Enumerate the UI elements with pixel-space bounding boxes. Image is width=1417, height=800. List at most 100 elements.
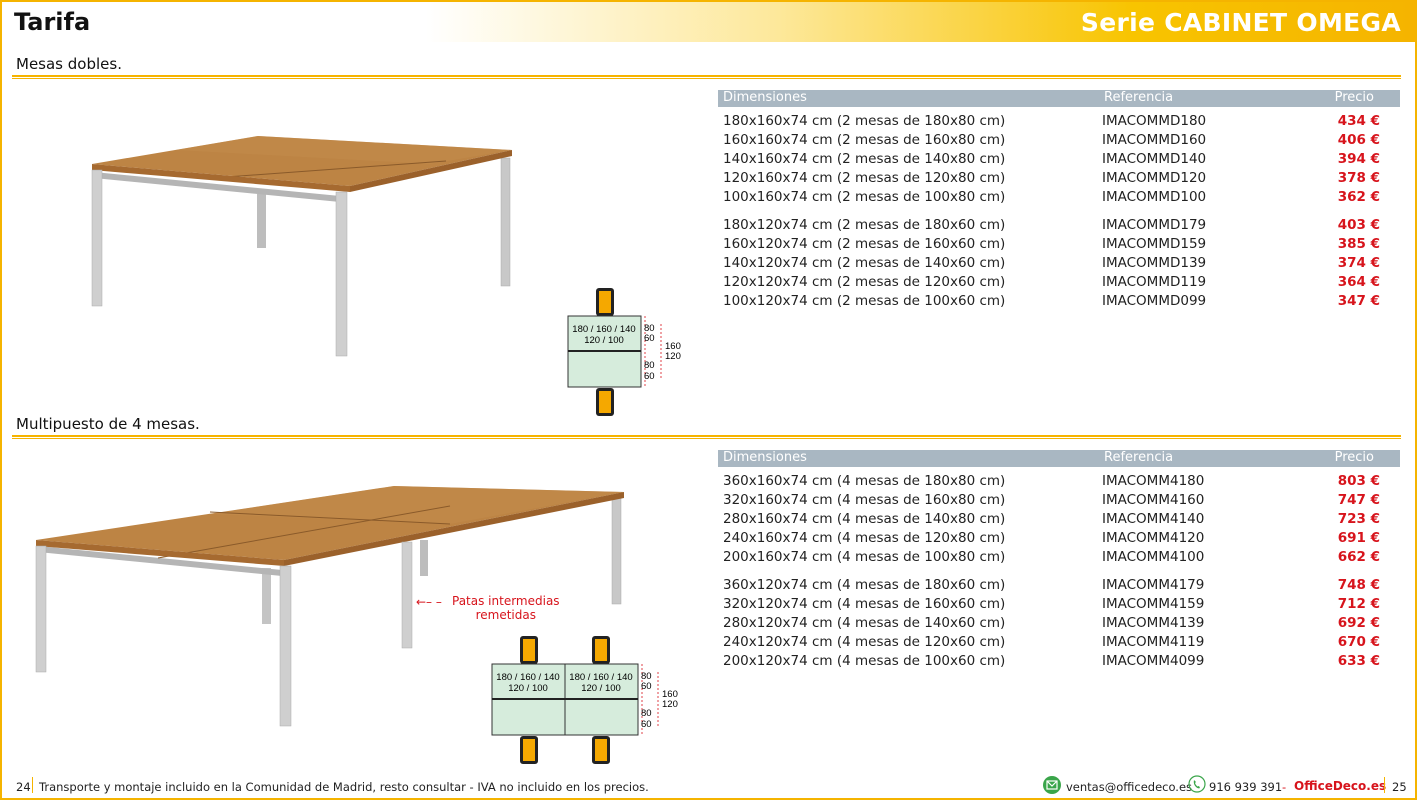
plan-width-label: 180 / 160 / 140 [569,672,632,683]
page-footer: 24 Transporte y montaje incluido en la C… [0,774,1417,798]
dimension-cell: 240x160x74 cm (4 mesas de 120x80 cm) [723,530,1006,546]
table-row: 160x120x74 cm (2 mesas de 160x60 cm) IMAC… [718,235,1400,254]
plan-desk [564,698,639,736]
table-row: 320x160x74 cm (4 mesas de 160x80 cm) IMAC… [718,491,1400,510]
dimension-cell: 280x160x74 cm (4 mesas de 140x80 cm) [723,511,1006,527]
desk-leg [91,169,103,307]
page-title: Tarifa [14,8,91,36]
page-number-left: 24 [16,780,31,794]
dimension-cell: 180x160x74 cm (2 mesas de 180x80 cm) [723,113,1006,129]
dimension-cell: 100x160x74 cm (2 mesas de 100x80 cm) [723,189,1006,205]
callout-line: Patas intermedias [452,594,560,608]
plan-total-label: 120 [665,351,681,362]
reference-cell: IMACOMMD179 [1102,217,1207,233]
plan-desk [491,698,566,736]
plan-width-label: 120 / 100 [584,335,624,346]
price-table-multipuesto: Dimensiones Referencia Precio 360x160x74… [718,450,1400,671]
desk-leg [257,194,266,248]
plan-depth-label: 60 [644,371,655,382]
phone-icon [1188,775,1206,793]
reference-cell: IMACOMMD139 [1102,255,1207,271]
double-desk-plan-diagram: 180 / 160 / 140 120 / 100 80 60 80 60 16… [567,288,681,416]
table-row: 200x120x74 cm (4 mesas de 100x60 cm) IMAC… [718,652,1400,671]
plan-width-label: 120 / 100 [508,683,548,694]
reference-cell: IMACOMM4139 [1102,615,1205,631]
price-cell: 712 € [1337,596,1380,612]
table-header: Dimensiones Referencia Precio [718,450,1400,467]
plan-depth-label: 80 [644,360,655,371]
dimension-cell: 200x120x74 cm (4 mesas de 100x60 cm) [723,653,1006,669]
price-cell: 633 € [1337,653,1380,669]
table-row: 280x120x74 cm (4 mesas de 140x60 cm) IMAC… [718,614,1400,633]
dimension-cell: 240x120x74 cm (4 mesas de 120x60 cm) [723,634,1006,650]
dimension-cell: 320x120x74 cm (4 mesas de 160x60 cm) [723,596,1006,612]
double-desk-illustration [91,136,512,357]
desk-leg-intermediate [401,541,413,649]
reference-cell: IMACOMM4100 [1102,549,1205,565]
table-header: Dimensiones Referencia Precio [718,90,1400,107]
reference-cell: IMACOMMD119 [1102,274,1207,290]
price-cell: 723 € [1337,511,1380,527]
dimension-cell: 360x120x74 cm (4 mesas de 180x60 cm) [723,577,1006,593]
price-cell: 692 € [1337,615,1380,631]
footer-dash: - [1282,780,1287,794]
dimension-cell: 280x120x74 cm (4 mesas de 140x60 cm) [723,615,1006,631]
dimension-cell: 140x160x74 cm (2 mesas de 140x80 cm) [723,151,1006,167]
table-row: 360x120x74 cm (4 mesas de 180x60 cm) IMAC… [718,576,1400,595]
footer-note: Transporte y montaje incluido en la Comu… [39,780,649,794]
dimension-cell: 180x120x74 cm (2 mesas de 180x60 cm) [723,217,1006,233]
callout-line: remetidas [475,608,536,622]
price-table-mesas-dobles: Dimensiones Referencia Precio 180x160x74… [718,90,1400,311]
plan-depth-label: 60 [641,719,652,730]
dimension-cell: 140x120x74 cm (2 mesas de 140x60 cm) [723,255,1006,271]
table-row: 140x120x74 cm (2 mesas de 140x60 cm) IMAC… [718,254,1400,273]
reference-cell: IMACOMM4140 [1102,511,1205,527]
table-row: 180x120x74 cm (2 mesas de 180x60 cm) IMAC… [718,216,1400,235]
table-row: 180x160x74 cm (2 mesas de 180x80 cm) IMAC… [718,112,1400,131]
footer-divider [32,777,33,793]
table-row: 240x120x74 cm (4 mesas de 120x60 cm) IMAC… [718,633,1400,652]
price-cell: 803 € [1337,473,1380,489]
column-header-referencia: Referencia [1104,450,1174,465]
table-row: 100x120x74 cm (2 mesas de 100x60 cm) IMAC… [718,292,1400,311]
multipuesto-plan-diagram: 180 / 160 / 140 120 / 100 180 / 160 / 14… [491,636,678,764]
arrow-left-icon: ←– – [416,595,442,609]
page-number-right: 25 [1392,780,1407,794]
dimension-cell: 200x160x74 cm (4 mesas de 100x80 cm) [723,549,1006,565]
desk-leg [611,495,622,605]
price-cell: 362 € [1337,189,1380,205]
desk-leg [335,191,348,357]
column-header-dimensiones: Dimensiones [723,90,807,105]
reference-cell: IMACOMM4159 [1102,596,1205,612]
email-icon [1043,776,1061,794]
reference-cell: IMACOMMD159 [1102,236,1207,252]
brand-link[interactable]: OfficeDeco.es [1294,779,1386,793]
price-cell: 406 € [1337,132,1380,148]
reference-cell: IMACOMM4099 [1102,653,1205,669]
desk-leg [420,540,428,576]
dimension-cell: 100x120x74 cm (2 mesas de 100x60 cm) [723,293,1006,309]
section-rule [12,75,1401,79]
table-row: 160x160x74 cm (2 mesas de 160x80 cm) IMAC… [718,131,1400,150]
plan-depth-label: 80 [641,708,652,719]
series-title: Serie CABINET OMEGA [1080,8,1401,37]
footer-divider [1384,777,1385,793]
price-cell: 434 € [1337,113,1380,129]
table-row: 120x160x74 cm (2 mesas de 120x80 cm) IMAC… [718,169,1400,188]
table-row: 280x160x74 cm (4 mesas de 140x80 cm) IMAC… [718,510,1400,529]
plan-depth-label: 60 [641,681,652,692]
desk-leg [35,545,47,673]
email-link[interactable]: ventas@officedeco.es [1066,780,1192,794]
reference-cell: IMACOMM4179 [1102,577,1205,593]
price-cell: 374 € [1337,255,1380,271]
reference-cell: IMACOMM4160 [1102,492,1205,508]
price-cell: 403 € [1337,217,1380,233]
price-cell: 378 € [1337,170,1380,186]
price-cell: 748 € [1337,577,1380,593]
column-header-precio: Precio [1334,450,1374,465]
section-rule [12,435,1401,439]
price-cell: 662 € [1337,549,1380,565]
dimension-cell: 160x160x74 cm (2 mesas de 160x80 cm) [723,132,1006,148]
phone-number[interactable]: 916 939 391 [1209,780,1282,794]
desk-leg [279,565,292,727]
